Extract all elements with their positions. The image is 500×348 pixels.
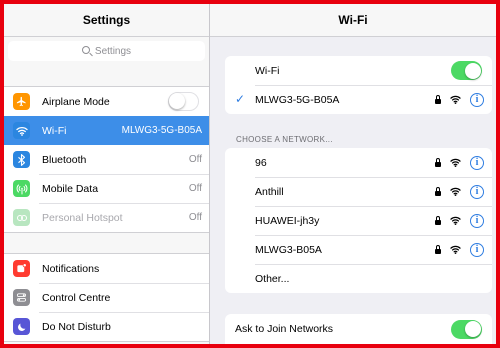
wifi-toggle[interactable]: [451, 61, 482, 80]
network-row[interactable]: Anthill i: [225, 177, 492, 206]
lock-icon: [435, 216, 441, 225]
sidebar-item-label: Airplane Mode: [42, 95, 110, 108]
sidebar-item-label: Notifications: [42, 262, 100, 275]
other-network-label: Other...: [255, 272, 290, 285]
search-input[interactable]: Settings: [8, 41, 205, 61]
lock-icon: [435, 245, 441, 254]
sidebar-item-value: Off: [188, 183, 202, 194]
wifi-icon: [13, 122, 30, 139]
system-group: Notifications Control Centre Do Not Dist…: [4, 253, 209, 342]
hotspot-icon: [13, 209, 30, 226]
ask-to-join-row: Ask to Join Networks: [225, 314, 492, 344]
wifi-toggle-row: Wi-Fi: [225, 56, 492, 85]
sidebar-item-value: Off: [188, 212, 202, 223]
other-network-row[interactable]: Other...: [225, 264, 492, 293]
choose-network-header: CHOOSE A NETWORK...: [236, 135, 333, 144]
connectivity-group: Airplane Mode Wi-Fi MLWG3-5G-B05A Blueto…: [4, 86, 209, 233]
network-row[interactable]: MLWG3-B05A i: [225, 235, 492, 264]
wifi-status-group: Wi-Fi ✓ MLWG3-5G-B05A i: [225, 56, 492, 114]
toggle-knob: [464, 321, 481, 337]
airplane-mode-toggle[interactable]: [168, 92, 199, 111]
network-row[interactable]: HUAWEI-jh3y i: [225, 206, 492, 235]
sidebar-title: Settings: [4, 4, 209, 37]
airplane-icon: [13, 93, 30, 110]
sidebar-item-label: Mobile Data: [42, 182, 99, 195]
wifi-label: Wi-Fi: [255, 64, 280, 77]
sidebar-item-notifications[interactable]: Notifications: [4, 254, 209, 283]
sidebar-item-control-centre[interactable]: Control Centre: [4, 283, 209, 312]
ask-to-join-label: Ask to Join Networks: [235, 323, 334, 335]
wifi-signal-icon: [450, 95, 461, 104]
info-icon[interactable]: i: [470, 242, 484, 257]
sidebar-item-mobile-data[interactable]: Mobile Data Off: [4, 174, 209, 203]
toggle-knob: [169, 93, 185, 109]
network-list: 96 i Anthill i HUAWEI-jh3y i MLWG3-B05A: [225, 148, 492, 293]
settings-sidebar: Settings Settings Airplane Mode Wi-Fi ML…: [4, 4, 210, 344]
moon-icon: [13, 318, 30, 335]
page-title: Wi-Fi: [210, 4, 496, 37]
connected-network-row[interactable]: ✓ MLWG3-5G-B05A i: [225, 85, 492, 114]
lock-icon: [435, 95, 441, 104]
wifi-signal-icon: [450, 216, 461, 225]
checkmark-icon: ✓: [235, 92, 246, 106]
sidebar-item-bluetooth[interactable]: Bluetooth Off: [4, 145, 209, 174]
search-placeholder: Settings: [94, 45, 132, 57]
sidebar-item-value: MLWG3-5G-B05A: [121, 125, 202, 136]
control-centre-icon: [13, 289, 30, 306]
wifi-signal-icon: [450, 158, 461, 167]
search-icon: [81, 46, 90, 54]
ask-to-join-toggle[interactable]: [451, 319, 482, 339]
wifi-panel: Wi-Fi Wi-Fi ✓ MLWG3-5G-B05A i CHOOSE A N…: [210, 4, 496, 344]
sidebar-item-label: Personal Hotspot: [42, 211, 123, 224]
sidebar-item-personal-hotspot[interactable]: Personal Hotspot Off: [4, 203, 209, 232]
info-icon[interactable]: i: [470, 184, 484, 199]
ask-to-join-group: Ask to Join Networks: [225, 314, 492, 344]
network-name: 96: [255, 156, 267, 169]
toggle-knob: [464, 62, 481, 79]
sidebar-item-wifi[interactable]: Wi-Fi MLWG3-5G-B05A: [4, 116, 209, 145]
sidebar-item-airplane-mode[interactable]: Airplane Mode: [4, 87, 209, 116]
wifi-signal-icon: [450, 245, 461, 254]
notifications-icon: [13, 260, 30, 277]
bluetooth-icon: [13, 151, 30, 168]
info-icon[interactable]: i: [470, 92, 484, 107]
sidebar-item-label: Control Centre: [42, 291, 111, 304]
network-name: MLWG3-5G-B05A: [255, 93, 340, 106]
lock-icon: [435, 158, 441, 167]
sidebar-item-label: Do Not Disturb: [42, 320, 111, 333]
info-icon[interactable]: i: [470, 213, 484, 228]
sidebar-item-value: Off: [188, 154, 202, 165]
screenshot-frame: Settings Settings Airplane Mode Wi-Fi ML…: [0, 0, 500, 348]
network-name: Anthill: [255, 185, 284, 198]
sidebar-item-do-not-disturb[interactable]: Do Not Disturb: [4, 312, 209, 341]
antenna-icon: [13, 180, 30, 197]
sidebar-item-label: Wi-Fi: [42, 124, 67, 137]
lock-icon: [435, 187, 441, 196]
network-row[interactable]: 96 i: [225, 148, 492, 177]
sidebar-item-label: Bluetooth: [42, 153, 87, 166]
network-name: MLWG3-B05A: [255, 243, 322, 256]
network-name: HUAWEI-jh3y: [255, 214, 320, 227]
wifi-signal-icon: [450, 187, 461, 196]
info-icon[interactable]: i: [470, 155, 484, 170]
